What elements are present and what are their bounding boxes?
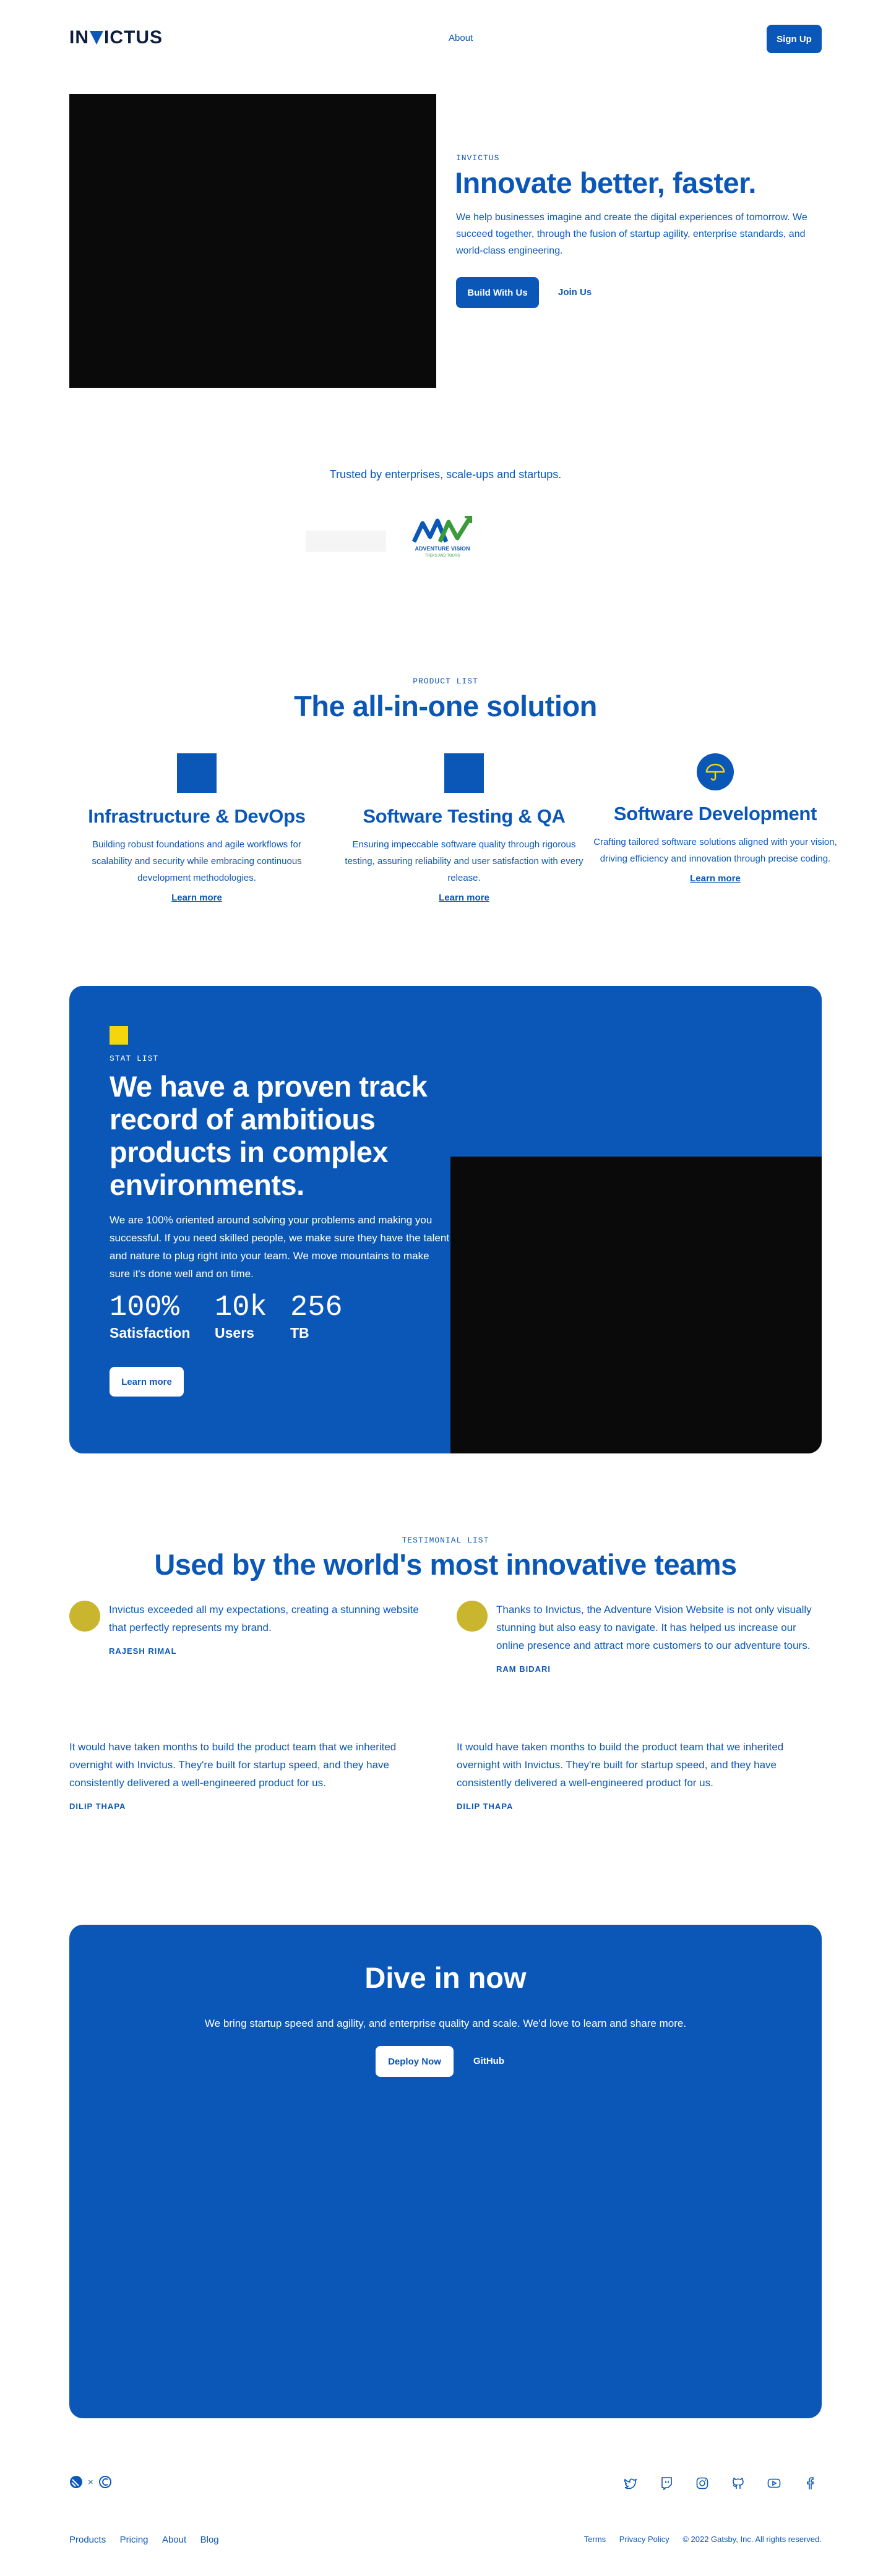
stat-item: 256 TB <box>290 1293 343 1341</box>
footer-legal: Terms Privacy Policy © 2022 Gatsby, Inc.… <box>568 2535 822 2544</box>
stat-item: 100% Satisfaction <box>110 1293 190 1341</box>
cta-title: Dive in now <box>364 1961 527 1994</box>
testimonial-card: Thanks to Invictus, the Adventure Vision… <box>457 1601 828 1674</box>
nav-about-link[interactable]: About <box>449 33 473 43</box>
cta-text: We bring startup speed and agility, and … <box>204 2018 687 2029</box>
stats-image <box>450 1157 822 1453</box>
avatar <box>69 1601 100 1632</box>
twitch-icon[interactable] <box>660 2476 673 2490</box>
hero-title: Innovate better, faster. <box>455 166 756 199</box>
testimonial-quote: It would have taken months to build the … <box>457 1741 784 1789</box>
stat-label: TB <box>290 1325 309 1341</box>
facebook-icon[interactable] <box>803 2476 817 2490</box>
stat-label: Satisfaction <box>110 1325 191 1341</box>
stat-value: 256 <box>290 1291 343 1324</box>
product-card-infrastructure: Infrastructure & DevOps Building robust … <box>73 753 321 904</box>
avatar <box>457 1601 488 1632</box>
square-icon <box>177 753 217 793</box>
join-us-link[interactable]: Join Us <box>558 287 592 297</box>
testimonial-card: It would have taken months to build the … <box>457 1738 828 1811</box>
yellow-square-icon <box>110 1026 128 1045</box>
github-link[interactable]: GitHub <box>473 2056 504 2066</box>
testimonial-author: RAJESH RIMAL <box>109 1646 177 1656</box>
instagram-icon[interactable] <box>695 2476 709 2490</box>
logo-v-mark <box>90 30 103 46</box>
cta-section: Dive in now We bring startup speed and a… <box>69 1925 822 2418</box>
testimonial-author: DILIP THAPA <box>457 1802 514 1811</box>
product-text: Building robust foundations and agile wo… <box>92 839 302 883</box>
adventure-vision-logo-subtitle: TREKS AND TOURS <box>425 554 460 558</box>
adventure-vision-logo-title: ADVENTURE VISION <box>415 546 470 552</box>
logo-text-right: ICTUS <box>104 27 163 48</box>
adventure-vision-logo: ADVENTURE VISION TREKS AND TOURS <box>411 516 472 558</box>
testimonial-author: DILIP THAPA <box>69 1802 126 1811</box>
product-title: Infrastructure & DevOps <box>88 805 306 827</box>
youtube-icon[interactable] <box>767 2476 781 2490</box>
testimonial-quote: Invictus exceeded all my expectations, c… <box>109 1604 419 1633</box>
footer-link-about[interactable]: About <box>162 2535 186 2545</box>
hero-text: We help businesses imagine and create th… <box>456 212 807 256</box>
stats-section: STAT LIST We have a proven track record … <box>69 986 822 1453</box>
footer-logos: × <box>69 2475 112 2489</box>
testimonials-title: Used by the world's most innovative team… <box>154 1548 737 1581</box>
gatsby-icon <box>70 2476 82 2488</box>
product-title: Software Development <box>613 803 817 824</box>
hero-kicker: INVICTUS <box>456 153 500 163</box>
square-icon <box>444 753 484 793</box>
product-card-development: Software Development Crafting tailored s… <box>592 753 839 884</box>
stat-item: 10k Users <box>215 1293 267 1341</box>
testimonial-author: RAM BIDARI <box>496 1664 551 1674</box>
testimonial-card: It would have taken months to build the … <box>69 1738 441 1811</box>
product-learn-more-link[interactable]: Learn more <box>439 892 489 903</box>
footer-link-terms[interactable]: Terms <box>584 2535 606 2544</box>
product-learn-more-link[interactable]: Learn more <box>690 873 741 884</box>
product-text: Ensuring impeccable software quality thr… <box>345 839 583 883</box>
stat-value: 100% <box>110 1291 179 1324</box>
invictus-logo[interactable]: IN ICTUS <box>69 27 163 48</box>
footer-link-blog[interactable]: Blog <box>200 2535 219 2545</box>
footer-link-products[interactable]: Products <box>69 2535 106 2545</box>
product-text: Crafting tailored software solutions ali… <box>593 837 837 864</box>
testimonial-list-kicker: TESTIMONIAL LIST <box>402 1536 489 1545</box>
umbrella-icon <box>697 753 734 790</box>
client-logo-placeholder <box>306 531 386 552</box>
deploy-now-button[interactable]: Deploy Now <box>376 2046 454 2077</box>
signup-button[interactable]: Sign Up <box>767 25 822 53</box>
build-with-us-button[interactable]: Build With Us <box>456 277 539 308</box>
partner-icon <box>98 2476 111 2488</box>
times-sign: × <box>88 2476 93 2488</box>
footer-link-pricing[interactable]: Pricing <box>120 2535 148 2545</box>
footer-nav: Products Pricing About Blog <box>69 2535 230 2546</box>
trusted-text: Trusted by enterprises, scale-ups and st… <box>329 468 562 481</box>
logo-text-left: IN <box>69 27 89 48</box>
product-title: Software Testing & QA <box>363 805 566 827</box>
stats-learn-more-button[interactable]: Learn more <box>110 1367 184 1397</box>
testimonial-quote: It would have taken months to build the … <box>69 1741 397 1789</box>
footer-link-privacy[interactable]: Privacy Policy <box>619 2535 669 2544</box>
products-title: The all-in-one solution <box>294 690 597 722</box>
twitter-icon[interactable] <box>624 2476 637 2490</box>
github-icon[interactable] <box>731 2476 745 2490</box>
stat-list-kicker: STAT LIST <box>110 1054 159 1063</box>
stat-value: 10k <box>215 1291 267 1324</box>
product-list-kicker: PRODUCT LIST <box>413 677 478 686</box>
copyright-text: © 2022 Gatsby, Inc. All rights reserved. <box>682 2535 822 2544</box>
testimonial-card: Invictus exceeded all my expectations, c… <box>69 1601 441 1656</box>
testimonial-quote: Thanks to Invictus, the Adventure Vision… <box>496 1604 812 1651</box>
stat-label: Users <box>215 1325 254 1341</box>
stats-text: We are 100% oriented around solving your… <box>110 1214 450 1280</box>
stats-title: We have a proven track record of ambitio… <box>110 1070 428 1201</box>
hero-image <box>69 94 436 388</box>
product-learn-more-link[interactable]: Learn more <box>171 892 222 903</box>
product-card-testing: Software Testing & QA Ensuring impeccabl… <box>340 753 588 904</box>
